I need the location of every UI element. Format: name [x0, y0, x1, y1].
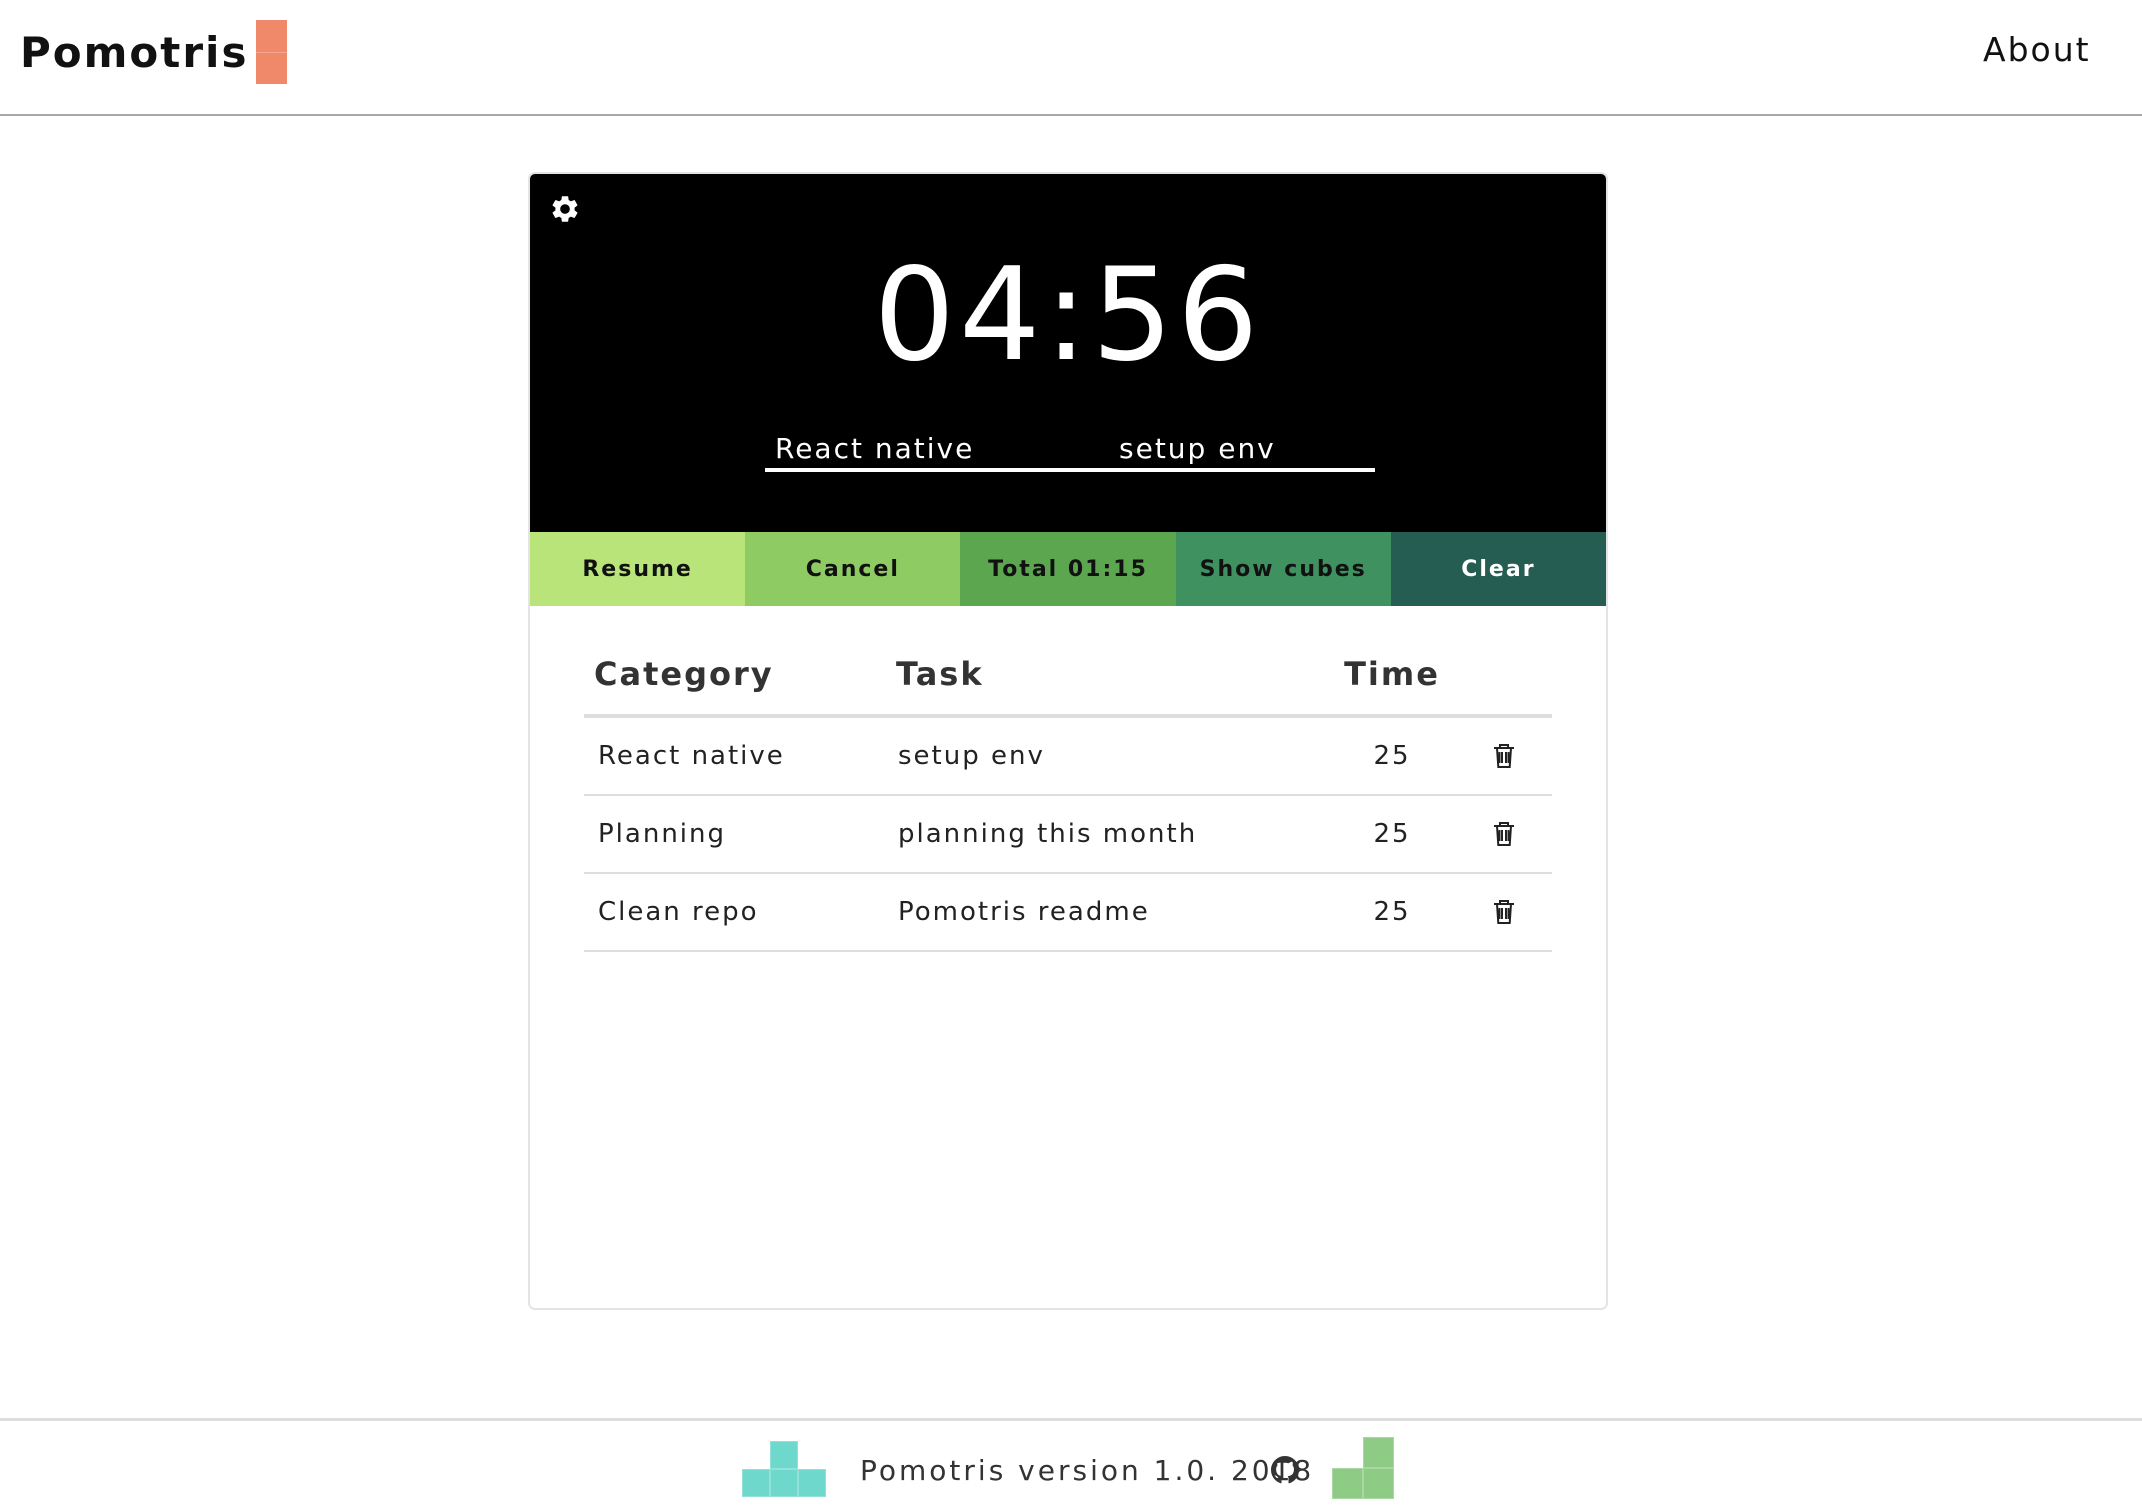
footer-version-text: Pomotris version 1.0. 2018	[860, 1454, 1315, 1487]
row-task: setup env	[898, 741, 1045, 771]
trash-icon	[1494, 822, 1514, 846]
action-bar: Resume Cancel Total 01:15 Show cubes Cle…	[530, 532, 1606, 606]
row-time: 25	[1373, 741, 1411, 771]
tetromino-cube	[1332, 1468, 1363, 1499]
row-category: React native	[598, 741, 785, 771]
task-input-row	[765, 426, 1375, 472]
table-row: React native setup env 25	[584, 718, 1552, 796]
right-tetromino-icon	[1332, 1437, 1394, 1499]
total-button[interactable]: Total 01:15	[960, 532, 1176, 606]
table-header: Category Task Time	[584, 634, 1552, 718]
tetromino-cube	[1363, 1468, 1394, 1499]
header-time: Time	[1344, 655, 1440, 693]
header-category: Category	[594, 655, 774, 693]
left-tetromino-icon	[742, 1441, 826, 1497]
row-category: Planning	[598, 819, 726, 849]
row-time: 25	[1373, 897, 1411, 927]
github-link[interactable]	[1270, 1455, 1300, 1485]
logo-text: Pomotris	[20, 27, 249, 77]
github-icon	[1271, 1456, 1299, 1484]
nav-about-link[interactable]: About	[1983, 30, 2091, 69]
table-row: Clean repo Pomotris readme 25	[584, 874, 1552, 952]
timer-display: 04:56	[873, 241, 1263, 390]
row-category: Clean repo	[598, 897, 759, 927]
tetromino-cube	[770, 1441, 798, 1469]
delete-row-button[interactable]	[1490, 818, 1518, 850]
footer: Pomotris version 1.0. 2018	[0, 1418, 2142, 1508]
task-input[interactable]	[1109, 426, 1371, 470]
tetromino-cube	[770, 1469, 798, 1497]
tetromino-cube	[798, 1469, 826, 1497]
row-task: planning this month	[898, 819, 1198, 849]
header-task: Task	[896, 655, 984, 693]
row-task: Pomotris readme	[898, 897, 1150, 927]
logo-block-icon	[256, 20, 288, 84]
delete-row-button[interactable]	[1490, 896, 1518, 928]
timer-panel: 04:56	[530, 174, 1606, 532]
logo-link[interactable]: Pomotris	[20, 20, 288, 84]
cancel-button[interactable]: Cancel	[745, 532, 961, 606]
settings-button[interactable]	[548, 192, 582, 226]
delete-row-button[interactable]	[1490, 740, 1518, 772]
timer-card: 04:56 Resume Cancel Total 01:15 Show cub…	[528, 172, 1608, 1310]
category-input[interactable]	[765, 426, 1109, 470]
table-row: Planning planning this month 25	[584, 796, 1552, 874]
top-navbar: Pomotris About	[0, 0, 2142, 116]
tetromino-cube	[1363, 1437, 1394, 1468]
row-time: 25	[1373, 819, 1411, 849]
tetromino-cube	[742, 1469, 770, 1497]
trash-icon	[1494, 900, 1514, 924]
gear-icon	[552, 196, 578, 222]
task-table: Category Task Time React native setup en…	[584, 634, 1552, 952]
resume-button[interactable]: Resume	[530, 532, 746, 606]
show-cubes-button[interactable]: Show cubes	[1175, 532, 1391, 606]
clear-button[interactable]: Clear	[1390, 532, 1606, 606]
trash-icon	[1494, 744, 1514, 768]
